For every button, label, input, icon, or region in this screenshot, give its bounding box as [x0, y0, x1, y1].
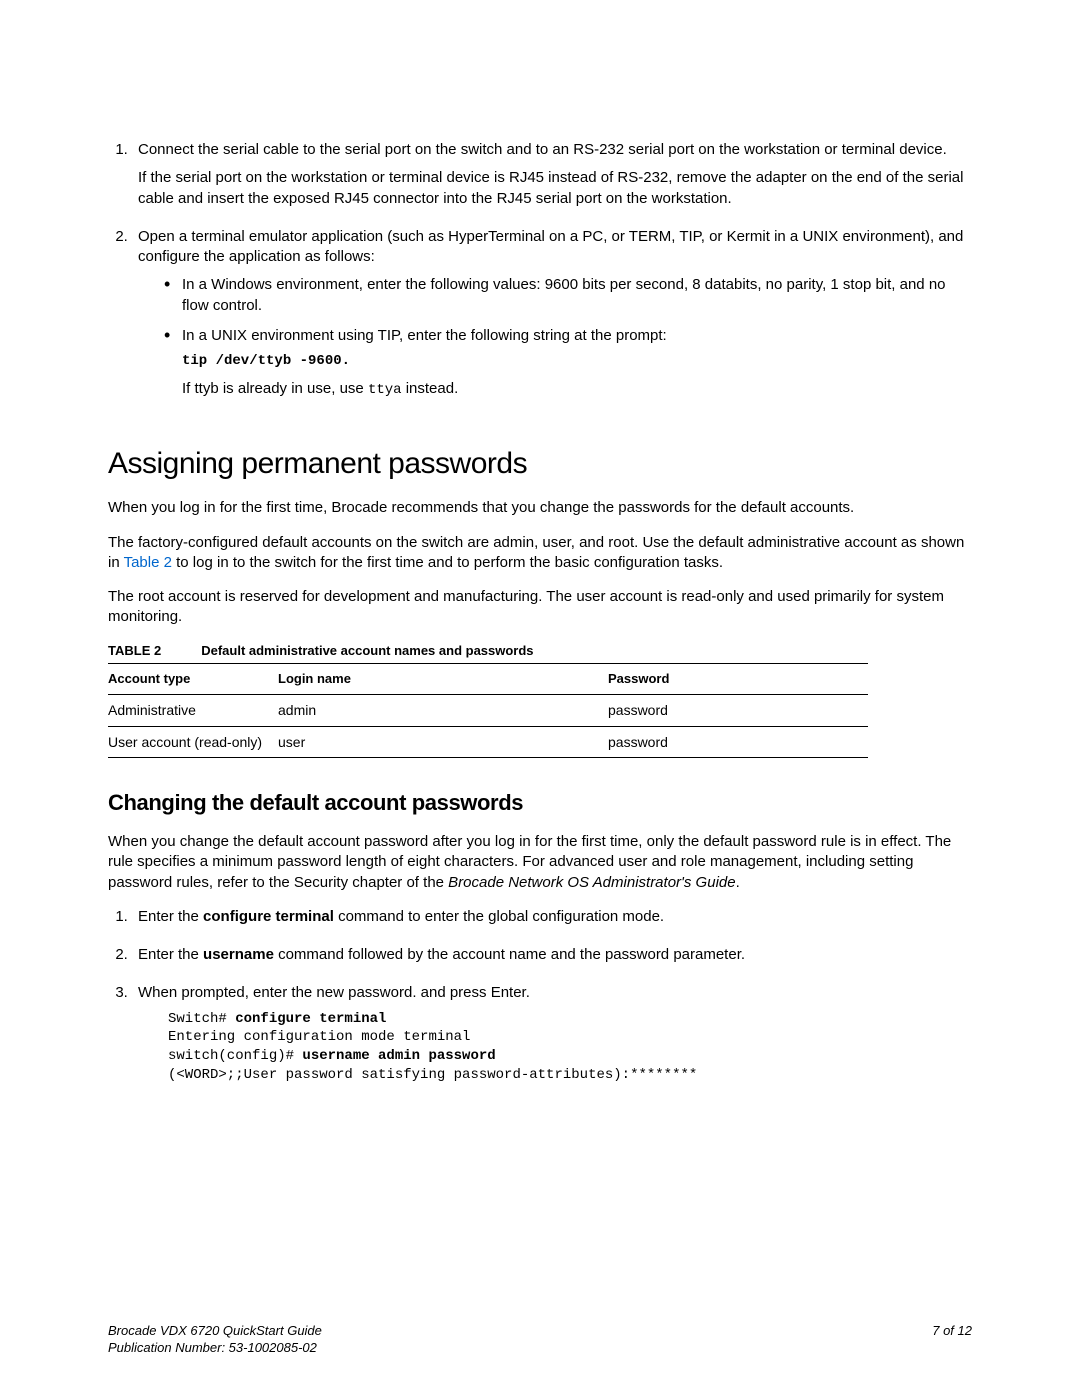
- table-label: TABLE 2: [108, 643, 161, 658]
- para-root: The root account is reserved for develop…: [108, 587, 972, 628]
- step-1-text: Connect the serial cable to the serial p…: [138, 140, 972, 160]
- step-2-bullets: In a Windows environment, enter the foll…: [164, 275, 972, 400]
- footer-page: 7 of 12: [932, 1322, 972, 1357]
- para-change: When you change the default account pass…: [108, 832, 972, 893]
- change-step-1: Enter the configure terminal command to …: [132, 907, 972, 927]
- table-row: User account (read-only) user password: [108, 726, 868, 758]
- tip-command: tip /dev/ttyb -9600.: [182, 352, 972, 371]
- step-2: Open a terminal emulator application (su…: [132, 227, 972, 400]
- table-2-link[interactable]: Table 2: [124, 554, 172, 571]
- accounts-table: Account type Login name Password Adminis…: [108, 664, 868, 758]
- bullet-unix-text: In a UNIX environment using TIP, enter t…: [182, 327, 667, 344]
- terminal-output: Switch# configure terminal Entering conf…: [168, 1010, 972, 1086]
- bullet-unix: In a UNIX environment using TIP, enter t…: [164, 326, 972, 400]
- step-2-text: Open a terminal emulator application (su…: [138, 227, 972, 268]
- th-password: Password: [608, 664, 868, 694]
- heading-assigning: Assigning permanent passwords: [108, 444, 972, 485]
- para-login: When you log in for the first time, Broc…: [108, 498, 972, 518]
- th-login-name: Login name: [278, 664, 608, 694]
- table-caption: TABLE 2 Default administrative account na…: [108, 642, 868, 665]
- numbered-steps: Connect the serial cable to the serial p…: [108, 140, 972, 400]
- heading-changing: Changing the default account passwords: [108, 788, 972, 818]
- ttyb-note: If ttyb is already in use, use ttya inst…: [182, 379, 972, 400]
- change-steps: Enter the configure terminal command to …: [108, 907, 972, 1085]
- step-1: Connect the serial cable to the serial p…: [132, 140, 972, 209]
- change-step-2: Enter the username command followed by t…: [132, 945, 972, 965]
- change-step-3: When prompted, enter the new password. a…: [132, 983, 972, 1085]
- table-row: Administrative admin password: [108, 694, 868, 726]
- step-1-note: If the serial port on the workstation or…: [138, 168, 972, 209]
- bullet-windows: In a Windows environment, enter the foll…: [164, 275, 972, 316]
- table-title: Default administrative account names and…: [201, 643, 533, 658]
- page-footer: Brocade VDX 6720 QuickStart Guide Public…: [108, 1322, 972, 1357]
- para-factory: The factory-configured default accounts …: [108, 533, 972, 574]
- footer-title: Brocade VDX 6720 QuickStart Guide: [108, 1322, 322, 1340]
- footer-pub: Publication Number: 53-1002085-02: [108, 1339, 322, 1357]
- book-title: Brocade Network OS Administrator's Guide: [448, 874, 735, 891]
- th-account-type: Account type: [108, 664, 278, 694]
